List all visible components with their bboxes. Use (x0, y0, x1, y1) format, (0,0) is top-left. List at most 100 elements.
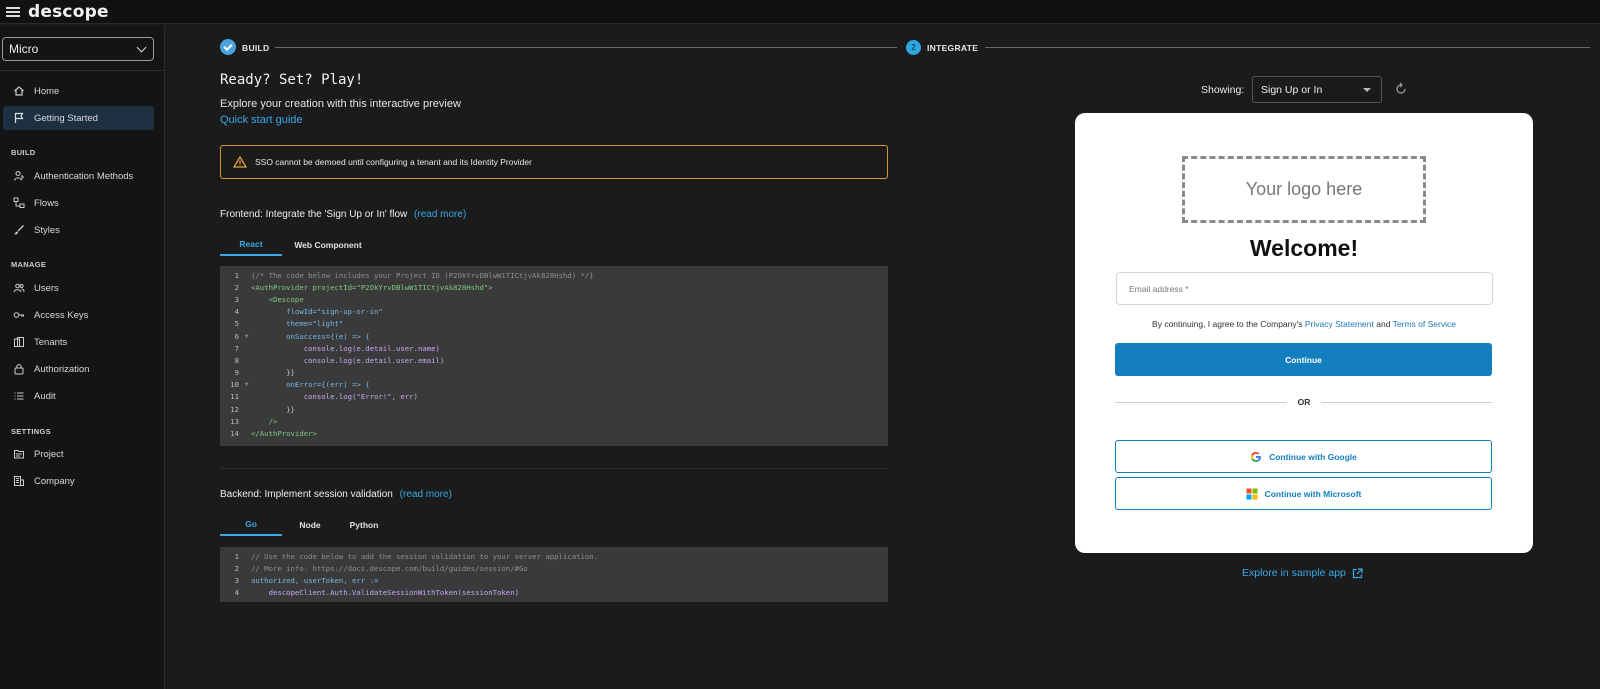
stepper-line (985, 47, 1590, 48)
explore-sample-app-link[interactable]: Explore in sample app (1242, 567, 1363, 579)
menu-icon[interactable] (6, 6, 20, 17)
email-field[interactable]: Email address * (1116, 272, 1493, 305)
sidebar-item-users[interactable]: Users (3, 276, 154, 300)
step-number-badge: 2 (906, 40, 921, 55)
sidebar-item-authorization[interactable]: Authorization (3, 357, 154, 381)
tab-node[interactable]: Node (282, 514, 338, 536)
project-name: Micro (9, 42, 39, 56)
sidebar-item-label: Authentication Methods (34, 170, 134, 182)
sidebar-item-tenants[interactable]: Tenants (3, 330, 154, 354)
frontend-tabs: React Web Component (220, 234, 374, 256)
code-line: 7 console.log(e.detail.user.name) (234, 343, 440, 353)
page-subtitle: Explore your creation with this interact… (220, 98, 461, 110)
code-line: 2 <AuthProvider projectId="P2OkYrvDBlwW1T… (234, 282, 493, 292)
check-icon (220, 39, 236, 55)
sidebar-item-company[interactable]: Company (3, 469, 154, 493)
sidebar-item-flows[interactable]: Flows (3, 191, 154, 215)
frontend-heading: Frontend: Integrate the 'Sign Up or In' … (220, 209, 466, 220)
sidebar-item-label: Getting Started (34, 112, 98, 124)
continue-button[interactable]: Continue (1115, 343, 1492, 376)
sidebar-item-project[interactable]: Project (3, 442, 154, 466)
warning-icon (233, 156, 247, 168)
sidebar-item-label: Audit (34, 390, 56, 402)
page-title: Ready? Set? Play! (220, 72, 364, 88)
sidebar-item-audit[interactable]: Audit (3, 384, 154, 408)
code-line: 3 <Descope (234, 294, 304, 304)
home-icon (13, 85, 25, 97)
sidebar-item-label: Tenants (34, 336, 68, 348)
flag-icon (13, 112, 25, 124)
code-line: 3 authorized, userToken, err := (234, 575, 379, 585)
flow-select[interactable]: Sign Up or In (1252, 76, 1382, 103)
sidebar-item-home[interactable]: Home (3, 79, 154, 103)
sidebar-item-label: Styles (34, 224, 60, 236)
privacy-statement-link[interactable]: Privacy Statement (1305, 319, 1374, 329)
refresh-icon[interactable] (1394, 82, 1408, 96)
code-line: 9 }} (234, 368, 295, 378)
sidebar: Micro Home Getting Started BUILD Authent… (0, 25, 165, 689)
continue-with-microsoft-button[interactable]: Continue with Microsoft (1115, 477, 1492, 510)
explore-link-label: Explore in sample app (1242, 567, 1346, 579)
user-key-icon (13, 170, 25, 182)
step-build-label[interactable]: BUILD (242, 43, 269, 53)
building-icon (13, 475, 25, 487)
folder-icon (13, 448, 25, 460)
users-icon (13, 282, 25, 294)
terms-text: By continuing, I agree to the Company's … (1075, 319, 1533, 329)
backend-heading: Backend: Implement session validation (r… (220, 489, 452, 500)
terms-of-service-link[interactable]: Terms of Service (1393, 319, 1456, 329)
microsoft-icon (1246, 488, 1258, 500)
section-label-build: BUILD (11, 148, 36, 157)
section-label-settings: SETTINGS (11, 427, 51, 436)
sidebar-item-getting-started[interactable]: Getting Started (3, 106, 154, 130)
tab-go[interactable]: Go (220, 514, 282, 536)
backend-code-block[interactable]: 1// Use the code below to add the sessio… (220, 547, 888, 602)
divider (1321, 402, 1492, 403)
terms-prefix: By continuing, I agree to the Company's (1152, 319, 1303, 329)
backend-heading-text: Backend: Implement session validation (220, 489, 393, 500)
sidebar-item-label: Access Keys (34, 309, 89, 321)
sidebar-item-styles[interactable]: Styles (3, 218, 154, 242)
section-label-manage: MANAGE (11, 260, 47, 269)
backend-read-more-link[interactable]: (read more) (400, 489, 452, 500)
sso-warning-banner: SSO cannot be demoed until configuring a… (220, 145, 888, 179)
continue-with-google-button[interactable]: Continue with Google (1115, 440, 1492, 473)
code-line: 1// Use the code below to add the sessio… (234, 551, 599, 561)
sidebar-item-label: Authorization (34, 363, 90, 375)
external-link-icon (1352, 567, 1363, 578)
sidebar-item-label: Users (34, 282, 59, 294)
code-line: 4 flowId="sign-up-or-in" (234, 307, 383, 317)
code-line: 5 theme="light" (234, 319, 344, 329)
sidebar-item-label: Project (34, 448, 64, 460)
tab-react[interactable]: React (220, 234, 282, 256)
quick-start-link[interactable]: Quick start guide (220, 114, 303, 126)
app-logo[interactable]: descope (28, 2, 109, 22)
top-bar: descope (0, 0, 1600, 24)
frontend-heading-text: Frontend: Integrate the 'Sign Up or In' … (220, 209, 408, 220)
frontend-code-block[interactable]: 1 {/* The code below includes your Projec… (220, 266, 888, 446)
code-line: 2// More info: https://docs.descope.com/… (234, 563, 528, 573)
logo-placeholder: Your logo here (1182, 156, 1426, 223)
divider (0, 70, 165, 71)
fold-arrow-icon: ▼ (244, 332, 249, 340)
code-line: 12 }} (230, 404, 295, 414)
backend-tabs: Go Node Python (220, 514, 390, 536)
tab-python[interactable]: Python (338, 514, 390, 536)
code-line: 8 console.log(e.detail.user.email) (234, 355, 445, 365)
sidebar-item-access-keys[interactable]: Access Keys (3, 303, 154, 327)
code-line: 13 /> (230, 416, 278, 426)
flow-select-value: Sign Up or In (1261, 83, 1323, 96)
welcome-heading: Welcome! (1249, 235, 1359, 261)
sidebar-item-authentication-methods[interactable]: Authentication Methods (3, 164, 154, 188)
google-icon (1250, 451, 1262, 463)
flows-icon (13, 197, 25, 209)
step-integrate-label[interactable]: INTEGRATE (927, 43, 978, 53)
frontend-read-more-link[interactable]: (read more) (414, 209, 466, 220)
tab-web-component[interactable]: Web Component (282, 234, 374, 256)
microsoft-button-label: Continue with Microsoft (1264, 488, 1362, 499)
key-icon (13, 309, 25, 321)
code-line: 10 ▼ onError={(err) => { (230, 380, 370, 390)
project-selector[interactable]: Micro (2, 37, 154, 61)
brush-icon (13, 224, 25, 236)
caret-down-icon (1363, 87, 1371, 92)
